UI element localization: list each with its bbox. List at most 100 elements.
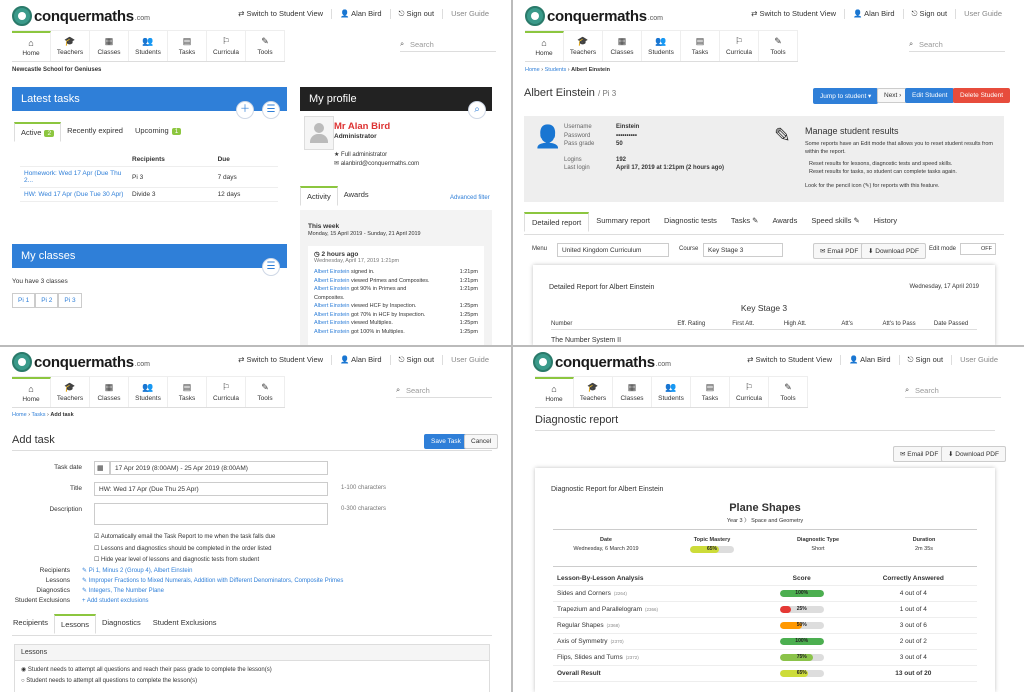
user-guide-link[interactable]: User Guide [951,355,1006,365]
search-input[interactable]: Search [909,39,1005,52]
nav-item-tasks[interactable]: ▤ Tasks [168,31,207,61]
task-link[interactable]: Homework: Wed 17 Apr (Due Thu 2... [20,166,128,188]
logo[interactable]: conquermaths .com [12,351,150,373]
nav-item-home[interactable]: ⌂ Home [525,31,564,61]
breadcrumb-home[interactable]: Home [12,412,27,418]
nav-item-curricula[interactable]: ⚐ Curricula [720,31,759,61]
nav-item-curricula[interactable]: ⚐ Curricula [207,377,246,407]
nav-item-tasks[interactable]: ▤ Tasks [691,377,730,407]
task-link[interactable]: HW: Wed 17 Apr (Due Tue 30 Apr) [20,187,128,202]
edit-student-button[interactable]: Edit Student [905,88,955,103]
user-link[interactable]: 👤 Alan Bird [331,355,389,365]
nav-item-tasks[interactable]: ▤ Tasks [168,377,207,407]
sign-out-link[interactable]: ⎋ Sign out [389,355,443,365]
list-tasks-icon[interactable]: ☰ [262,101,280,119]
user-guide-link[interactable]: User Guide [442,9,497,19]
nav-item-curricula[interactable]: ⚐ Curricula [730,377,769,407]
next-student-button[interactable]: Next › [877,88,909,103]
logo[interactable]: conquermaths .com [525,5,663,27]
tab-awards[interactable]: Awards [338,186,375,206]
download-pdf-button[interactable]: ⬇ Download PDF [861,243,926,259]
user-link[interactable]: 👤 Alan Bird [840,355,898,365]
nav-item-teachers[interactable]: 🎓 Teachers [51,377,90,407]
add-task-icon[interactable]: ＋ [236,101,254,119]
tab-recipients[interactable]: Recipients [7,614,54,634]
advanced-filter-link[interactable]: Advanced filter [450,195,490,201]
add-exclusions-link[interactable]: + Add student exclusions [82,596,149,606]
tab-history[interactable]: History [867,212,904,232]
switch-view-link[interactable]: ⇄ Switch to Student View [230,355,331,365]
tab-detailed-report[interactable]: Detailed report [524,212,590,232]
switch-view-link[interactable]: ⇄ Switch to Student View [230,9,331,19]
breadcrumb-students[interactable]: Students [545,67,567,73]
hide-year-checkbox[interactable]: ☐ Hide year level of lessons and diagnos… [94,555,275,567]
activity-student-link[interactable]: Albert Einstein [314,329,349,335]
user-link[interactable]: 👤 Alan Bird [844,9,902,19]
list-classes-icon[interactable]: ☰ [262,258,280,276]
nav-item-students[interactable]: 👥 Students [642,31,681,61]
nav-item-tools[interactable]: ✎ Tools [769,377,808,407]
edit-mode-toggle[interactable]: OFF [960,243,996,255]
course-select[interactable]: Key Stage 3 [703,243,783,257]
tab-awards[interactable]: Awards [765,212,804,232]
tab-upcoming[interactable]: Upcoming 1 [129,122,187,142]
switch-view-link[interactable]: ⇄ Switch to Student View [739,355,840,365]
search-input[interactable]: Search [400,39,496,52]
nav-item-classes[interactable]: ▦ Classes [90,377,129,407]
email-pdf-button[interactable]: ✉ Email PDF [813,243,866,259]
class-button[interactable]: Pi 2 [35,293,59,308]
nav-item-tools[interactable]: ✎ Tools [759,31,798,61]
table-row[interactable]: HW: Wed 17 Apr (Due Tue 30 Apr) Divide 31… [20,187,278,202]
tab-diagnostics[interactable]: Diagnostics [96,614,147,634]
nav-item-teachers[interactable]: 🎓 Teachers [574,377,613,407]
delete-student-button[interactable]: Delete Student [953,88,1011,103]
nav-item-classes[interactable]: ▦ Classes [613,377,652,407]
nav-item-home[interactable]: ⌂ Home [535,377,574,407]
activity-student-link[interactable]: Albert Einstein [314,303,349,309]
tab-diagnostic-tests[interactable]: Diagnostic tests [657,212,724,232]
nav-item-teachers[interactable]: 🎓 Teachers [564,31,603,61]
logo[interactable]: conquermaths .com [533,351,671,373]
nav-item-tasks[interactable]: ▤ Tasks [681,31,720,61]
logo[interactable]: conquermaths .com [12,5,150,27]
jump-to-student-button[interactable]: Jump to student ▾ [813,88,879,104]
activity-student-link[interactable]: Albert Einstein [314,278,349,284]
nav-item-home[interactable]: ⌂ Home [12,377,51,407]
activity-student-link[interactable]: Albert Einstein [314,320,349,326]
class-button[interactable]: Pi 1 [12,293,36,308]
tab-activity[interactable]: Activity [300,186,338,206]
sign-out-link[interactable]: ⎋ Sign out [902,9,956,19]
lessons-link[interactable]: ✎ Improper Fractions to Mixed Numerals, … [82,576,343,586]
pass-grade-radio[interactable]: ◉ Student needs to attempt all questions… [21,665,483,676]
task-date-field[interactable]: 17 Apr 2019 (8:00AM) - 25 Apr 2019 (8:00… [110,461,328,475]
table-row[interactable]: Homework: Wed 17 Apr (Due Thu 2... Pi 37 … [20,166,278,188]
search-input[interactable]: Search [396,385,492,398]
email-report-checkbox[interactable]: ☑ Automatically email the Task Report to… [94,532,275,544]
tab-recently-expired[interactable]: Recently expired [61,122,129,142]
sign-out-link[interactable]: ⎋ Sign out [389,9,443,19]
tab-student-exclusions[interactable]: Student Exclusions [147,614,223,634]
search-profile-icon[interactable]: ⌕ [468,101,486,119]
tab-tasks[interactable]: Tasks ✎ [724,212,766,232]
nav-item-students[interactable]: 👥 Students [652,377,691,407]
tab-lessons[interactable]: Lessons [54,614,96,634]
nav-item-tools[interactable]: ✎ Tools [246,31,285,61]
nav-item-curricula[interactable]: ⚐ Curricula [207,31,246,61]
switch-view-link[interactable]: ⇄ Switch to Student View [743,9,844,19]
user-guide-link[interactable]: User Guide [955,9,1010,19]
breadcrumb-home[interactable]: Home [525,67,540,73]
tab-active[interactable]: Active 2 [14,122,62,142]
sign-out-link[interactable]: ⎋ Sign out [898,355,952,365]
cancel-button[interactable]: Cancel [464,434,499,449]
breadcrumb-tasks[interactable]: Tasks [31,412,45,418]
nav-item-home[interactable]: ⌂ Home [12,31,51,61]
menu-select[interactable]: United Kingdom Curriculum [557,243,669,257]
nav-item-students[interactable]: 👥 Students [129,31,168,61]
diagnostics-link[interactable]: ✎ Integers, The Number Plane [82,586,164,596]
order-checkbox[interactable]: ☐ Lessons and diagnostics should be comp… [94,544,275,556]
activity-student-link[interactable]: Albert Einstein [314,286,349,292]
nav-item-classes[interactable]: ▦ Classes [90,31,129,61]
nav-item-teachers[interactable]: 🎓 Teachers [51,31,90,61]
user-guide-link[interactable]: User Guide [442,355,497,365]
search-input[interactable]: Search [905,385,1001,398]
